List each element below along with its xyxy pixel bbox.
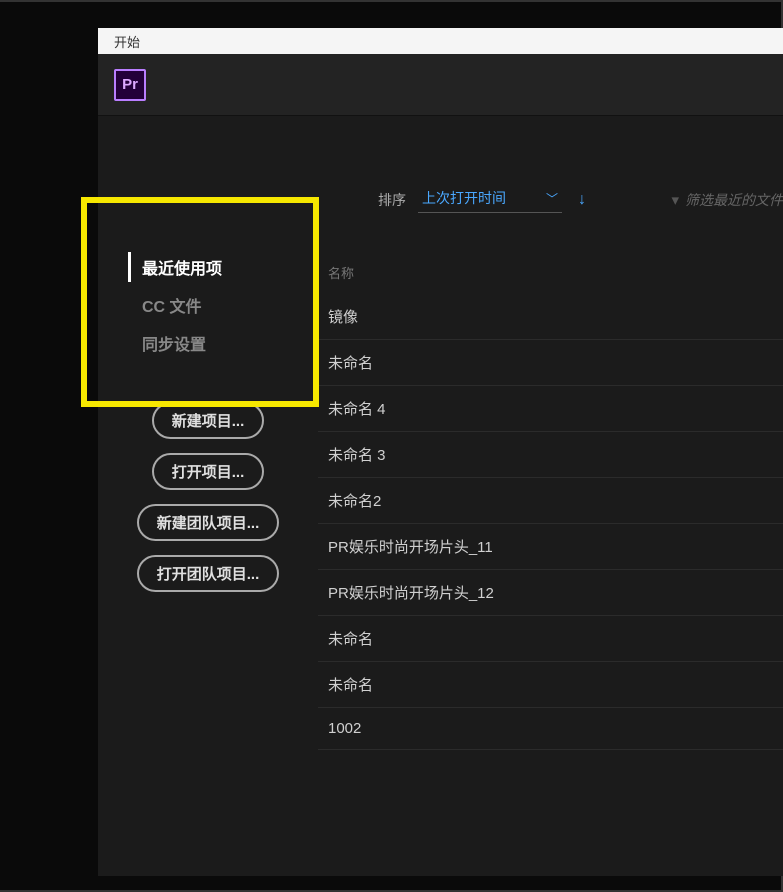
list-item-name: 未命名2	[328, 493, 381, 510]
sort-row: 排序 上次打开时间 ﹀ ↓ ▾ 筛选最近的文件	[318, 186, 783, 213]
list-item-name: PR娱乐时尚开场片头_12	[328, 585, 494, 602]
list-item[interactable]: 未命名 3	[318, 432, 783, 478]
sidebar-actions: 新建项目... 打开项目... 新建团队项目... 打开团队项目...	[137, 402, 280, 592]
chevron-down-icon: ﹀	[546, 190, 558, 207]
filter-icon: ▾	[671, 191, 679, 209]
sidebar-item-label: 同步设置	[142, 337, 206, 354]
sort-value: 上次打开时间	[422, 188, 506, 208]
list-item-name: 未命名	[328, 355, 373, 372]
list-item[interactable]: 未命名2	[318, 478, 783, 524]
list-item[interactable]: PR娱乐时尚开场片头_11	[318, 524, 783, 570]
content-area: 最近使用项 CC 文件 同步设置 新建项目... 打开项目... 新建团队项目.…	[98, 116, 783, 876]
sidebar-item-sync-settings[interactable]: 同步设置	[128, 328, 288, 358]
open-project-button[interactable]: 打开项目...	[152, 453, 265, 490]
list-item[interactable]: 1002	[318, 708, 783, 750]
sidebar-item-label: 最近使用项	[142, 261, 222, 278]
filter-placeholder: 筛选最近的文件	[685, 190, 783, 210]
list-item[interactable]: 未命名	[318, 662, 783, 708]
recent-list: 镜像 未命名 未命名 4 未命名 3 未命名2 PR娱乐时尚开场片头_11 PR…	[318, 294, 783, 750]
list-item[interactable]: 未命名	[318, 340, 783, 386]
sidebar-item-label: CC 文件	[142, 299, 202, 316]
logo-row: Pr	[98, 54, 783, 116]
list-item-name: PR娱乐时尚开场片头_11	[328, 539, 493, 556]
open-team-project-button[interactable]: 打开团队项目...	[137, 555, 280, 592]
list-item[interactable]: 未命名 4	[318, 386, 783, 432]
list-item-name: 未命名	[328, 677, 373, 694]
list-item[interactable]: 镜像	[318, 294, 783, 340]
sort-label: 排序	[378, 190, 406, 210]
list-header-name: 名称	[318, 263, 783, 282]
list-item-name: 镜像	[328, 309, 358, 326]
app-logo-icon: Pr	[114, 69, 146, 101]
sidebar-item-cc-files[interactable]: CC 文件	[128, 290, 288, 320]
list-item-name: 未命名 3	[328, 447, 386, 464]
sidebar-item-recent[interactable]: 最近使用项	[128, 252, 288, 282]
titlebar: 开始	[98, 28, 783, 54]
list-item[interactable]: 未命名	[318, 616, 783, 662]
list-item[interactable]: PR娱乐时尚开场片头_12	[318, 570, 783, 616]
titlebar-label: 开始	[114, 32, 140, 51]
new-team-project-button[interactable]: 新建团队项目...	[137, 504, 280, 541]
filter-area[interactable]: ▾ 筛选最近的文件	[671, 190, 783, 210]
start-window: 开始 Pr 最近使用项 CC 文件 同步设置 新建项目... 打开项目...	[98, 28, 783, 876]
list-item-name: 1002	[328, 720, 361, 737]
list-item-name: 未命名 4	[328, 401, 386, 418]
sort-direction-button[interactable]: ↓	[578, 191, 586, 209]
new-project-button[interactable]: 新建项目...	[152, 402, 265, 439]
main-panel: 排序 上次打开时间 ﹀ ↓ ▾ 筛选最近的文件 名称 镜像 未命名 未命名 4 …	[318, 116, 783, 876]
sort-dropdown[interactable]: 上次打开时间 ﹀	[418, 186, 562, 213]
sidebar: 最近使用项 CC 文件 同步设置 新建项目... 打开项目... 新建团队项目.…	[98, 116, 318, 876]
app-logo-text: Pr	[122, 76, 138, 93]
list-item-name: 未命名	[328, 631, 373, 648]
sidebar-nav: 最近使用项 CC 文件 同步设置	[128, 252, 288, 358]
